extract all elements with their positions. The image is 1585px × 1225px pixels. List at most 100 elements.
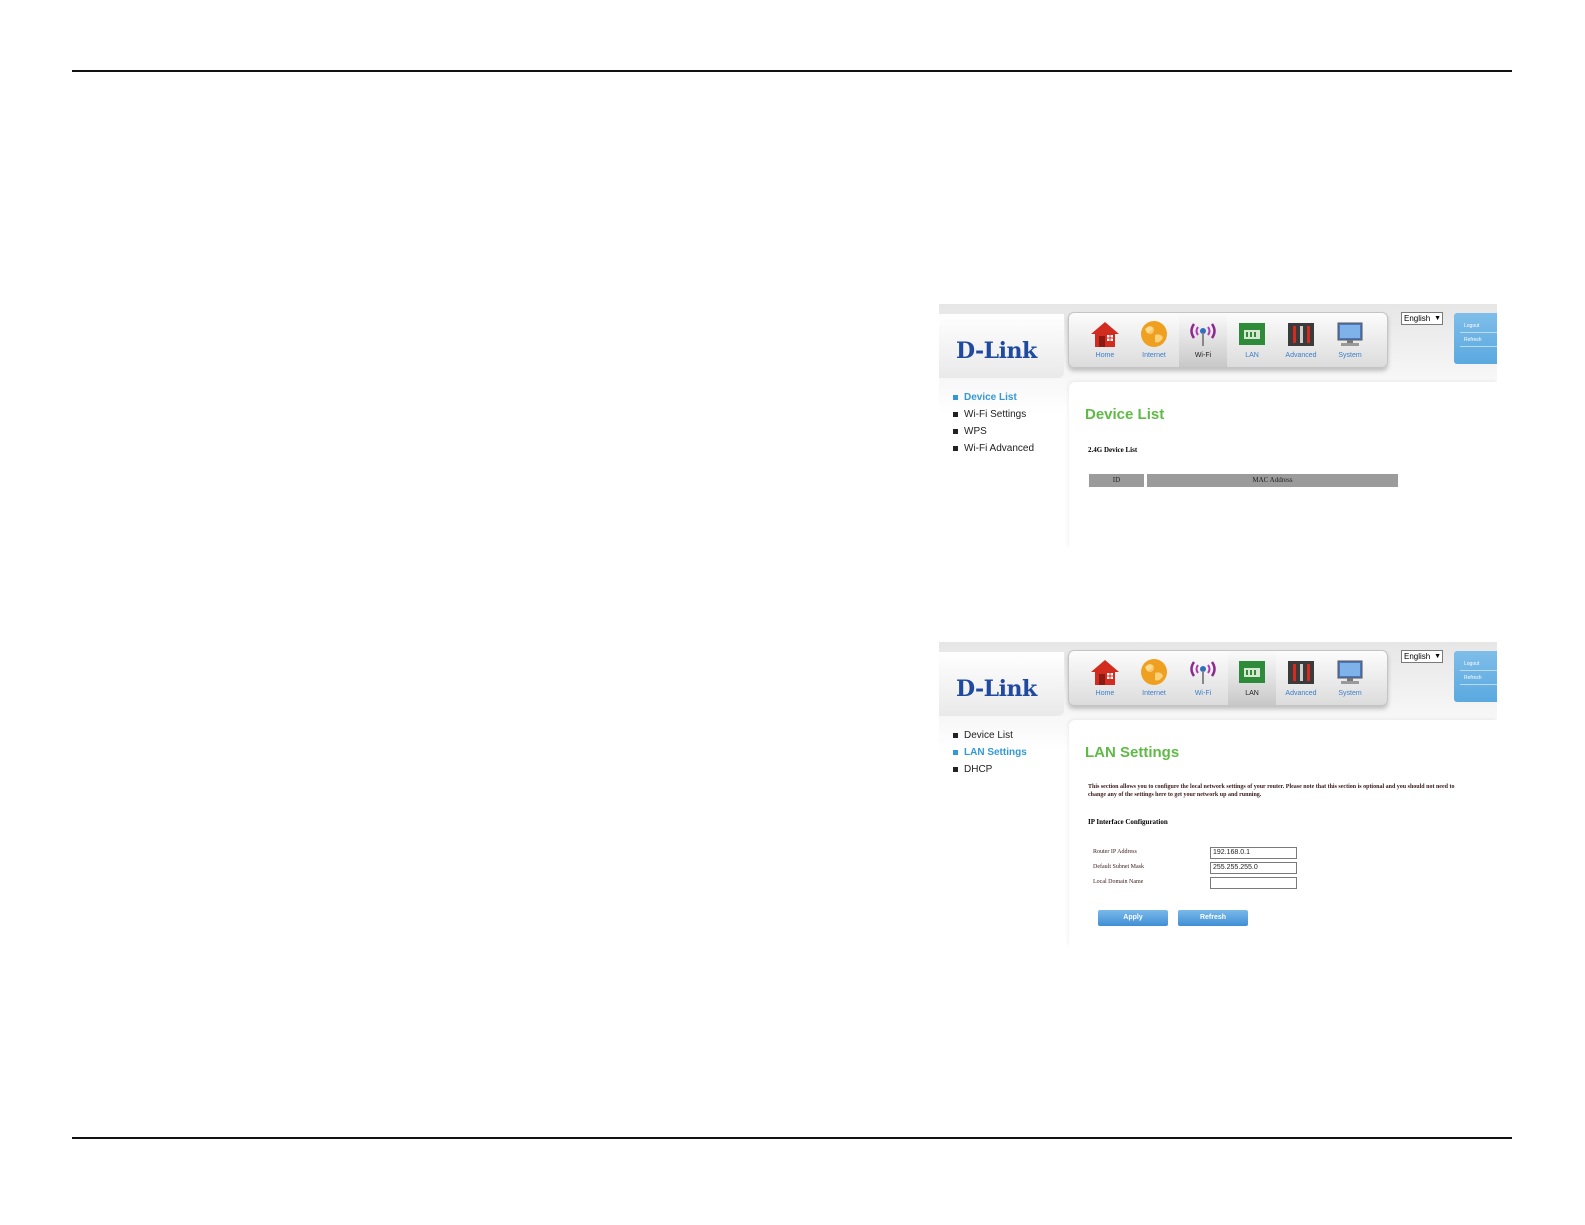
logo-text: D-Link xyxy=(956,676,1037,702)
language-select[interactable]: English ▼ xyxy=(1401,650,1443,663)
nav-advanced[interactable]: Advanced xyxy=(1277,651,1325,705)
nav-system[interactable]: System xyxy=(1326,651,1374,705)
nav-advanced-label: Advanced xyxy=(1285,690,1317,697)
menu-item-device-list[interactable]: Device List xyxy=(953,730,1027,747)
chevron-down-icon: ▼ xyxy=(1434,653,1441,660)
monitor-icon xyxy=(1337,322,1363,346)
language-value: English xyxy=(1404,314,1431,323)
nav-wifi-label: Wi-Fi xyxy=(1194,352,1212,359)
column-header-mac: MAC Address xyxy=(1147,474,1398,487)
page-title: Device List xyxy=(1085,406,1165,423)
column-header-id: ID xyxy=(1089,474,1144,487)
menu-item-label: Wi-Fi Settings xyxy=(964,409,1027,420)
menu-item-label: DHCP xyxy=(964,764,993,775)
section-title: IP Interface Configuration xyxy=(1088,818,1168,826)
menu-item-wifi-advanced[interactable]: Wi-Fi Advanced xyxy=(953,443,1034,460)
divider xyxy=(1460,346,1497,347)
menu-item-label: LAN Settings xyxy=(964,747,1027,758)
nav-lan-label: LAN xyxy=(1245,690,1259,697)
nav-advanced[interactable]: Advanced xyxy=(1277,313,1325,367)
apply-button[interactable]: Apply xyxy=(1098,910,1168,926)
nav-home-label: Home xyxy=(1095,352,1115,359)
field-label: Default Subnet Mask xyxy=(1093,864,1144,870)
menu-item-label: Device List xyxy=(964,730,1013,741)
language-select[interactable]: English ▼ xyxy=(1401,312,1443,325)
divider xyxy=(1460,332,1497,333)
nav-internet-label: Internet xyxy=(1142,690,1166,697)
nav-wifi[interactable]: Wi-Fi xyxy=(1179,651,1227,705)
main-nav: Home Internet Wi-Fi LAN Advanced System xyxy=(1068,650,1388,706)
logout-button[interactable]: Logout xyxy=(1464,323,1479,329)
wifi-icon xyxy=(1190,323,1216,346)
menu-item-lan-settings[interactable]: LAN Settings xyxy=(953,747,1027,764)
refresh-button[interactable]: Refresh xyxy=(1178,910,1248,926)
logo-text: D-Link xyxy=(956,338,1037,364)
divider xyxy=(1460,670,1497,671)
router-ip-input[interactable]: 192.168.0.1 xyxy=(1210,847,1297,859)
divider xyxy=(1460,684,1497,685)
nav-lan[interactable]: LAN xyxy=(1228,651,1276,705)
field-label: Router IP Address xyxy=(1093,849,1137,855)
bottom-rule xyxy=(72,1137,1512,1139)
wifi-icon xyxy=(1190,661,1216,684)
content-panel: Device List 2.4G Device List ID MAC Addr… xyxy=(1069,382,1497,548)
lan-icon xyxy=(1239,323,1265,345)
field-label: Local Domain Name xyxy=(1093,879,1144,885)
logout-button[interactable]: Logout xyxy=(1464,661,1479,667)
refresh-page-button[interactable]: Refresh xyxy=(1464,675,1482,681)
nav-wifi[interactable]: Wi-Fi xyxy=(1179,313,1227,367)
nav-system-label: System xyxy=(1338,690,1362,697)
menu-item-label: Wi-Fi Advanced xyxy=(964,443,1035,454)
nav-lan-label: LAN xyxy=(1245,352,1259,359)
main-nav: Home Internet Wi-Fi LAN Advanced System xyxy=(1068,312,1388,368)
side-menu: Device List Wi-Fi Settings WPS Wi-Fi Adv… xyxy=(953,392,1034,460)
page-title: LAN Settings xyxy=(1085,744,1180,761)
router-ui-lan-settings: D-Link Home Internet Wi-Fi LAN Advanced … xyxy=(939,642,1497,947)
menu-item-device-list[interactable]: Device List xyxy=(953,392,1034,409)
home-icon xyxy=(1091,322,1119,347)
menu-item-wifi-settings[interactable]: Wi-Fi Settings xyxy=(953,409,1034,426)
refresh-page-button[interactable]: Refresh xyxy=(1464,337,1482,343)
bullet xyxy=(953,446,958,451)
session-panel: Logout Refresh xyxy=(1454,651,1497,702)
nav-lan[interactable]: LAN xyxy=(1228,313,1276,367)
home-icon xyxy=(1091,660,1119,685)
session-panel: Logout Refresh xyxy=(1454,313,1497,364)
bullet xyxy=(953,429,958,434)
dlink-logo: D-Link xyxy=(939,652,1064,716)
subnet-mask-input[interactable]: 255.255.255.0 xyxy=(1210,862,1297,874)
tools-icon xyxy=(1288,323,1314,346)
section-description: This section allows you to configure the… xyxy=(1088,784,1455,798)
tools-icon xyxy=(1288,661,1314,684)
dlink-logo: D-Link xyxy=(939,314,1064,378)
bullet xyxy=(953,733,958,738)
content-panel: LAN Settings This section allows you to … xyxy=(1069,720,1497,947)
bullet xyxy=(953,395,958,400)
domain-name-input[interactable] xyxy=(1210,877,1297,889)
menu-item-label: Device List xyxy=(964,392,1017,403)
nav-home-label: Home xyxy=(1095,690,1115,697)
bullet xyxy=(953,412,958,417)
router-ui-device-list: D-Link Home Internet Wi-Fi LAN Advanced … xyxy=(939,304,1497,548)
nav-system-label: System xyxy=(1338,352,1362,359)
nav-internet[interactable]: Internet xyxy=(1130,651,1178,705)
nav-internet[interactable]: Internet xyxy=(1130,313,1178,367)
chevron-down-icon: ▼ xyxy=(1434,315,1441,322)
nav-system[interactable]: System xyxy=(1326,313,1374,367)
globe-icon xyxy=(1141,321,1167,347)
bullet xyxy=(953,750,958,755)
nav-home[interactable]: Home xyxy=(1081,313,1129,367)
menu-item-dhcp[interactable]: DHCP xyxy=(953,764,1027,781)
bullet xyxy=(953,767,958,772)
side-menu: Device List LAN Settings DHCP xyxy=(953,730,1027,781)
lan-icon xyxy=(1239,661,1265,683)
nav-advanced-label: Advanced xyxy=(1285,352,1317,359)
section-title: 2.4G Device List xyxy=(1088,446,1138,454)
nav-home[interactable]: Home xyxy=(1081,651,1129,705)
menu-item-label: WPS xyxy=(964,426,987,437)
language-value: English xyxy=(1404,652,1431,661)
globe-icon xyxy=(1141,659,1167,685)
monitor-icon xyxy=(1337,660,1363,684)
nav-internet-label: Internet xyxy=(1142,352,1166,359)
menu-item-wps[interactable]: WPS xyxy=(953,426,1034,443)
